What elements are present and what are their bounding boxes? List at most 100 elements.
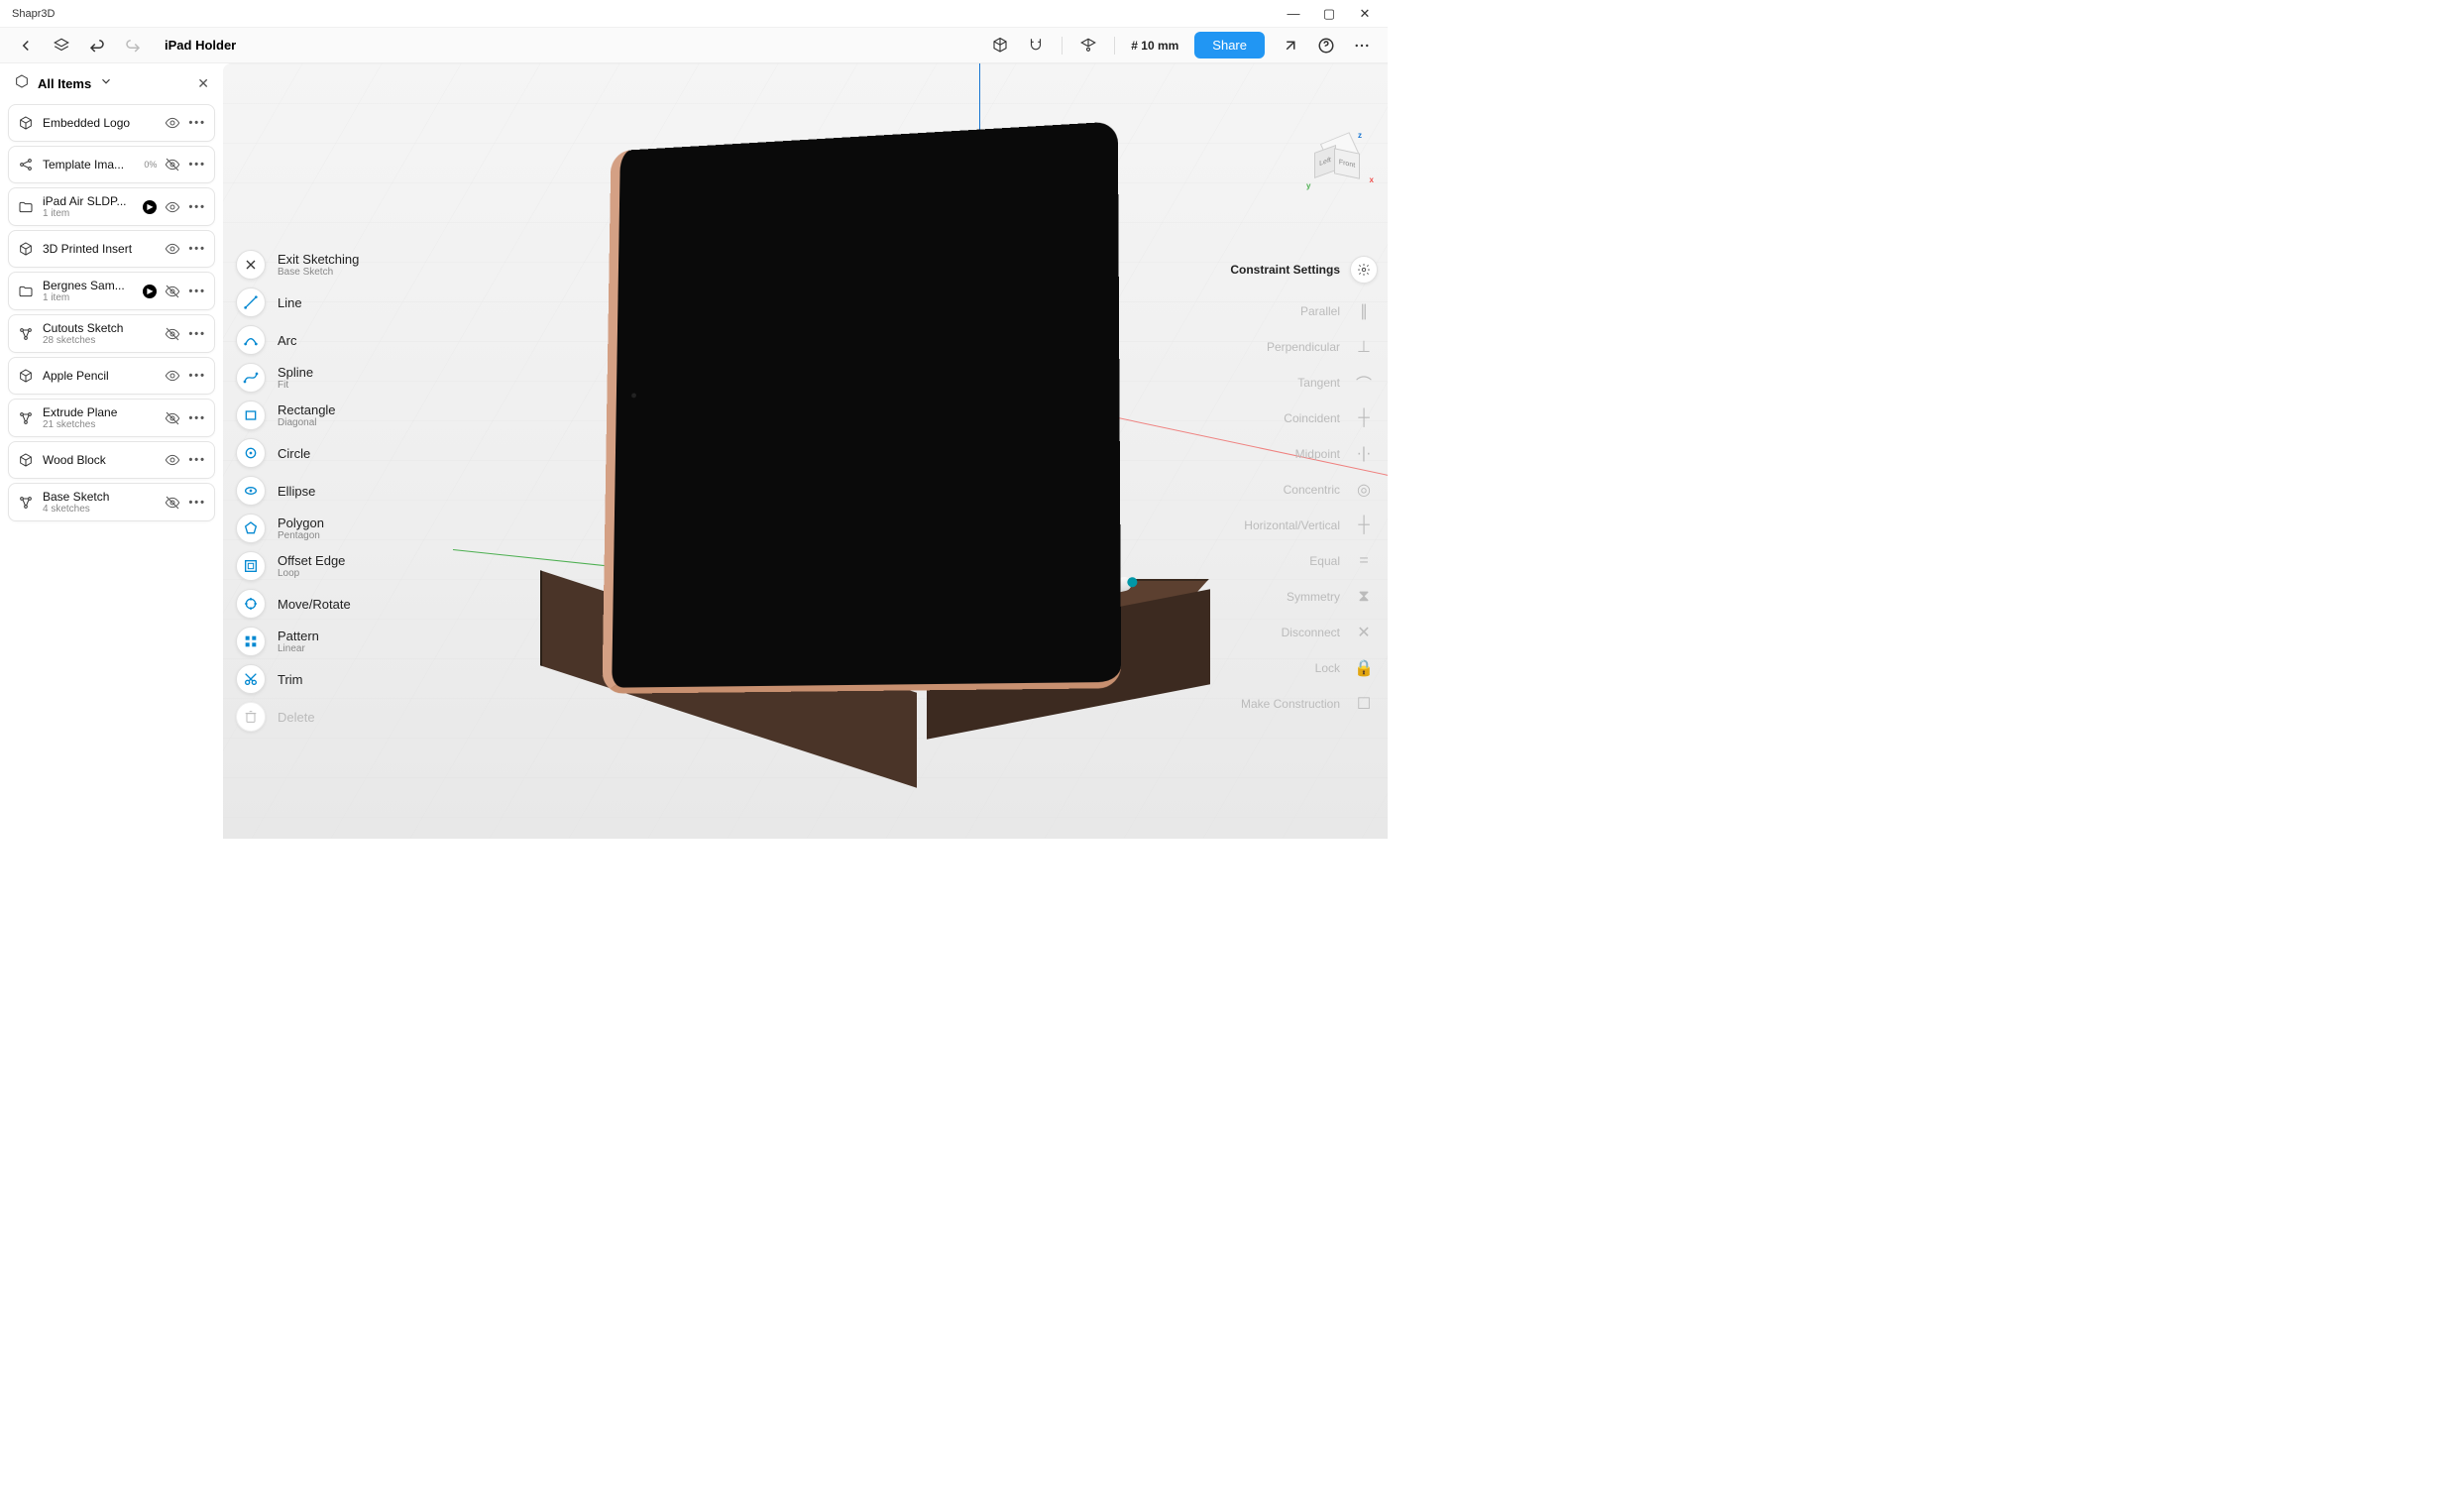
pattern-icon [236, 627, 266, 656]
disconnect-constraint[interactable]: Disconnect ✕ [1219, 615, 1378, 650]
sketch-icon [17, 409, 35, 427]
list-item[interactable]: Cutouts Sketch 28 sketches ••• [8, 314, 215, 353]
circle-tool[interactable]: Circle [236, 434, 414, 472]
constraint-icon: ◎ [1350, 476, 1378, 504]
expand-button[interactable]: ▶ [143, 200, 157, 214]
more-icon[interactable] [1352, 36, 1372, 56]
visible-icon[interactable] [165, 368, 180, 384]
item-more-button[interactable]: ••• [188, 201, 206, 213]
list-item[interactable]: Bergnes Sam... 1 item ▶ ••• [8, 272, 215, 310]
list-item[interactable]: 3D Printed Insert ••• [8, 230, 215, 268]
item-more-button[interactable]: ••• [188, 117, 206, 129]
ellipse-tool[interactable]: Ellipse [236, 472, 414, 510]
ipad-model [602, 121, 1121, 693]
item-more-button[interactable]: ••• [188, 159, 206, 171]
body-icon [17, 451, 35, 469]
visible-icon[interactable] [165, 241, 180, 257]
item-more-button[interactable]: ••• [188, 497, 206, 509]
separator [1114, 37, 1115, 55]
hidden-icon[interactable] [165, 284, 180, 299]
visible-icon[interactable] [165, 115, 180, 131]
item-badge: 0% [144, 160, 157, 170]
line-tool[interactable]: Line [236, 284, 414, 321]
constraint-icon: = [1350, 547, 1378, 575]
visible-icon[interactable] [165, 452, 180, 468]
list-item[interactable]: Apple Pencil ••• [8, 357, 215, 395]
make-construction-constraint[interactable]: Make Construction ☐ [1219, 686, 1378, 722]
list-item[interactable]: Template Ima... 0% ••• [8, 146, 215, 183]
concentric-constraint[interactable]: Concentric ◎ [1219, 472, 1378, 508]
list-item[interactable]: Base Sketch 4 sketches ••• [8, 483, 215, 521]
constraint-icon: ⧗ [1350, 583, 1378, 611]
parallel-constraint[interactable]: Parallel ∥ [1219, 293, 1378, 329]
lock-constraint[interactable]: Lock 🔒 [1219, 650, 1378, 686]
grid-size-value[interactable]: # 10 mm [1131, 39, 1178, 53]
spline-tool[interactable]: Spline Fit [236, 359, 414, 397]
perpendicular-constraint[interactable]: Perpendicular ⊥ [1219, 329, 1378, 365]
exit-sketching-tool[interactable]: Exit Sketching Base Sketch [236, 246, 414, 284]
close-button[interactable]: ✕ [1356, 6, 1374, 22]
orientation-cube[interactable]: Left Front z y x [1312, 133, 1368, 188]
item-text: Bergnes Sam... 1 item [43, 279, 135, 303]
magnet-icon[interactable] [1026, 36, 1046, 56]
item-more-button[interactable]: ••• [188, 370, 206, 382]
rect-icon [236, 401, 266, 430]
item-text: Base Sketch 4 sketches [43, 490, 157, 515]
list-item[interactable]: Extrude Plane 21 sketches ••• [8, 399, 215, 437]
item-more-button[interactable]: ••• [188, 412, 206, 424]
minimize-button[interactable]: — [1285, 6, 1302, 21]
horizontal-vertical-constraint[interactable]: Horizontal/Vertical ┼ [1219, 508, 1378, 543]
expand-icon[interactable] [1281, 36, 1300, 56]
move-rotate-tool[interactable]: Move/Rotate [236, 585, 414, 623]
sketch-icon [17, 325, 35, 343]
constraint-icon: 🔒 [1350, 654, 1378, 682]
undo-button[interactable] [87, 36, 107, 56]
item-text: Template Ima... [43, 158, 136, 172]
redo-button[interactable] [123, 36, 143, 56]
share-button[interactable]: Share [1194, 32, 1265, 58]
list-item[interactable]: Wood Block ••• [8, 441, 215, 479]
visible-icon[interactable] [165, 199, 180, 215]
symmetry-constraint[interactable]: Symmetry ⧗ [1219, 579, 1378, 615]
arc-tool[interactable]: Arc [236, 321, 414, 359]
constraint-icon: ✕ [1350, 619, 1378, 646]
item-more-button[interactable]: ••• [188, 454, 206, 466]
hidden-icon[interactable] [165, 326, 180, 342]
cube-view-icon[interactable] [990, 36, 1010, 56]
constraint-settings-button[interactable] [1350, 256, 1378, 284]
coincident-constraint[interactable]: Coincident ┼ [1219, 401, 1378, 436]
help-icon[interactable] [1316, 36, 1336, 56]
trim-tool[interactable]: Trim [236, 660, 414, 698]
move-icon [236, 589, 266, 619]
hidden-icon[interactable] [165, 495, 180, 511]
item-text: Extrude Plane 21 sketches [43, 405, 157, 430]
rectangle-tool[interactable]: Rectangle Diagonal [236, 397, 414, 434]
offset-edge-tool[interactable]: Offset Edge Loop [236, 547, 414, 585]
hidden-icon[interactable] [165, 157, 180, 172]
constraints-title: Constraint Settings [1230, 263, 1340, 277]
item-more-button[interactable]: ••• [188, 286, 206, 297]
view-settings-icon[interactable] [1078, 36, 1098, 56]
constraint-icon: ☐ [1350, 690, 1378, 718]
ellipse-icon [236, 476, 266, 506]
pattern-tool[interactable]: Pattern Linear [236, 623, 414, 660]
midpoint-constraint[interactable]: Midpoint ·|· [1219, 436, 1378, 472]
list-item[interactable]: iPad Air SLDP... 1 item ▶ ••• [8, 187, 215, 226]
close-panel-button[interactable]: ✕ [197, 75, 209, 92]
back-button[interactable] [16, 36, 36, 56]
expand-button[interactable]: ▶ [143, 285, 157, 298]
tangent-constraint[interactable]: Tangent ⌒ [1219, 365, 1378, 401]
hidden-icon[interactable] [165, 410, 180, 426]
layers-icon[interactable] [52, 36, 71, 56]
list-item[interactable]: Embedded Logo ••• [8, 104, 215, 142]
constraint-icon: ·|· [1350, 440, 1378, 468]
offset-icon [236, 551, 266, 581]
item-more-button[interactable]: ••• [188, 243, 206, 255]
item-text: Cutouts Sketch 28 sketches [43, 321, 157, 346]
chevron-down-icon[interactable] [99, 74, 113, 93]
body-icon [17, 367, 35, 385]
item-more-button[interactable]: ••• [188, 328, 206, 340]
equal-constraint[interactable]: Equal = [1219, 543, 1378, 579]
maximize-button[interactable]: ▢ [1320, 6, 1338, 22]
polygon-tool[interactable]: Polygon Pentagon [236, 510, 414, 547]
